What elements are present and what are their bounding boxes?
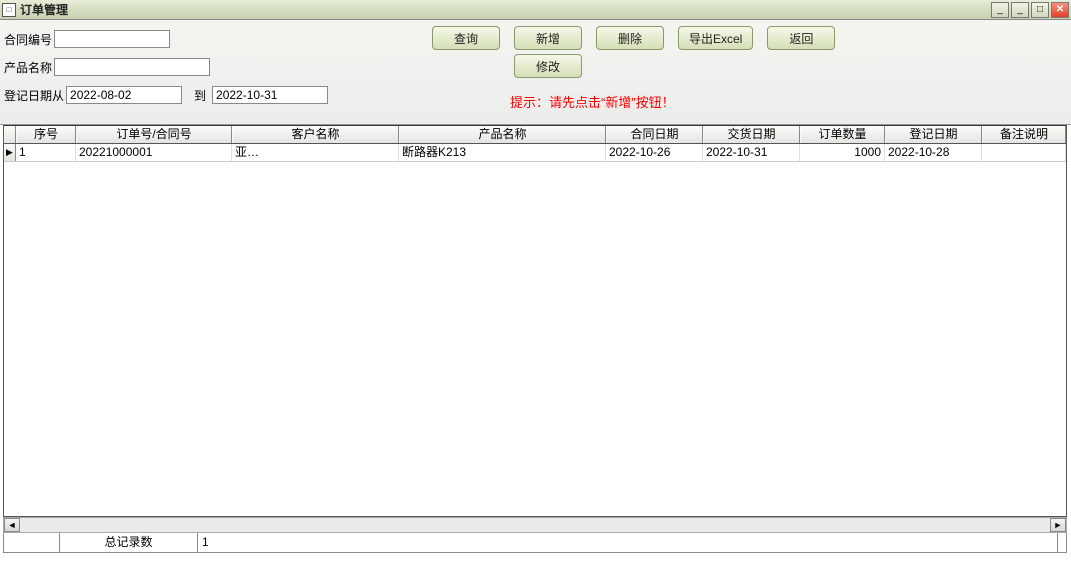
- scroll-right-icon[interactable]: ►: [1050, 518, 1066, 532]
- table-row[interactable]: ▶ 1 20221000001 亚… 断路器K213 2022-10-26 20…: [4, 144, 1066, 162]
- cell-remark: [982, 144, 1066, 161]
- grid-header-orderno[interactable]: 订单号/合同号: [76, 126, 232, 143]
- status-bar: 总记录数 1: [3, 533, 1067, 553]
- date-to-label: 到: [194, 87, 206, 104]
- hint-text: 提示：请先点击“新增”按钮！: [510, 92, 675, 111]
- maximize-button[interactable]: □: [1031, 2, 1049, 18]
- grid-header-indicator: [4, 126, 16, 143]
- grid-body: ▶ 1 20221000001 亚… 断路器K213 2022-10-26 20…: [4, 144, 1066, 516]
- app-icon: □: [2, 3, 16, 17]
- grid-header-customer[interactable]: 客户名称: [232, 126, 399, 143]
- delete-button[interactable]: 删除: [596, 26, 664, 50]
- back-button[interactable]: 返回: [767, 26, 835, 50]
- total-records-value: 1: [198, 533, 1058, 552]
- cell-orderno: 20221000001: [76, 144, 232, 161]
- scroll-track[interactable]: [20, 518, 1050, 532]
- minimize-secondary-button[interactable]: _: [991, 2, 1009, 18]
- status-spacer: [4, 533, 60, 552]
- query-button[interactable]: 查询: [432, 26, 500, 50]
- grid-header-remark[interactable]: 备注说明: [982, 126, 1066, 143]
- minimize-button[interactable]: _: [1011, 2, 1029, 18]
- close-button[interactable]: ✕: [1051, 2, 1069, 18]
- date-from-input[interactable]: [66, 86, 182, 104]
- scroll-left-icon[interactable]: ◄: [4, 518, 20, 532]
- grid-header-contractdate[interactable]: 合同日期: [606, 126, 703, 143]
- horizontal-scrollbar[interactable]: ◄ ►: [3, 517, 1067, 533]
- cell-regdate: 2022-10-28: [885, 144, 982, 161]
- date-to-input[interactable]: [212, 86, 328, 104]
- grid-header-row: 序号 订单号/合同号 客户名称 产品名称 合同日期 交货日期 订单数量 登记日期…: [4, 126, 1066, 144]
- add-button[interactable]: 新增: [514, 26, 582, 50]
- contract-number-input[interactable]: [54, 30, 170, 48]
- orders-grid: 序号 订单号/合同号 客户名称 产品名称 合同日期 交货日期 订单数量 登记日期…: [3, 125, 1067, 517]
- grid-header-regdate[interactable]: 登记日期: [885, 126, 982, 143]
- export-excel-button[interactable]: 导出Excel: [678, 26, 753, 50]
- grid-header-seq[interactable]: 序号: [16, 126, 76, 143]
- cell-deliverydate: 2022-10-31: [703, 144, 800, 161]
- window-title: 订单管理: [20, 1, 991, 18]
- window-controls: _ _ □ ✕: [991, 2, 1069, 18]
- grid-header-product[interactable]: 产品名称: [399, 126, 606, 143]
- grid-header-qty[interactable]: 订单数量: [800, 126, 885, 143]
- product-name-input[interactable]: [54, 58, 210, 76]
- cell-contractdate: 2022-10-26: [606, 144, 703, 161]
- contract-number-label: 合同编号: [4, 31, 52, 48]
- product-name-label: 产品名称: [4, 59, 52, 76]
- titlebar: □ 订单管理 _ _ □ ✕: [0, 0, 1071, 20]
- grid-header-deliverydate[interactable]: 交货日期: [703, 126, 800, 143]
- row-indicator-icon: ▶: [4, 144, 16, 161]
- cell-seq: 1: [16, 144, 76, 161]
- modify-button[interactable]: 修改: [514, 54, 582, 78]
- cell-qty: 1000: [800, 144, 885, 161]
- cell-customer: 亚…: [232, 144, 399, 161]
- register-date-from-label: 登记日期从: [4, 87, 64, 104]
- filter-panel: 合同编号 产品名称 登记日期从 到 查询 新增 删除 导出Excel 返回 修改…: [0, 20, 1071, 125]
- total-records-label: 总记录数: [60, 533, 198, 552]
- cell-product: 断路器K213: [399, 144, 606, 161]
